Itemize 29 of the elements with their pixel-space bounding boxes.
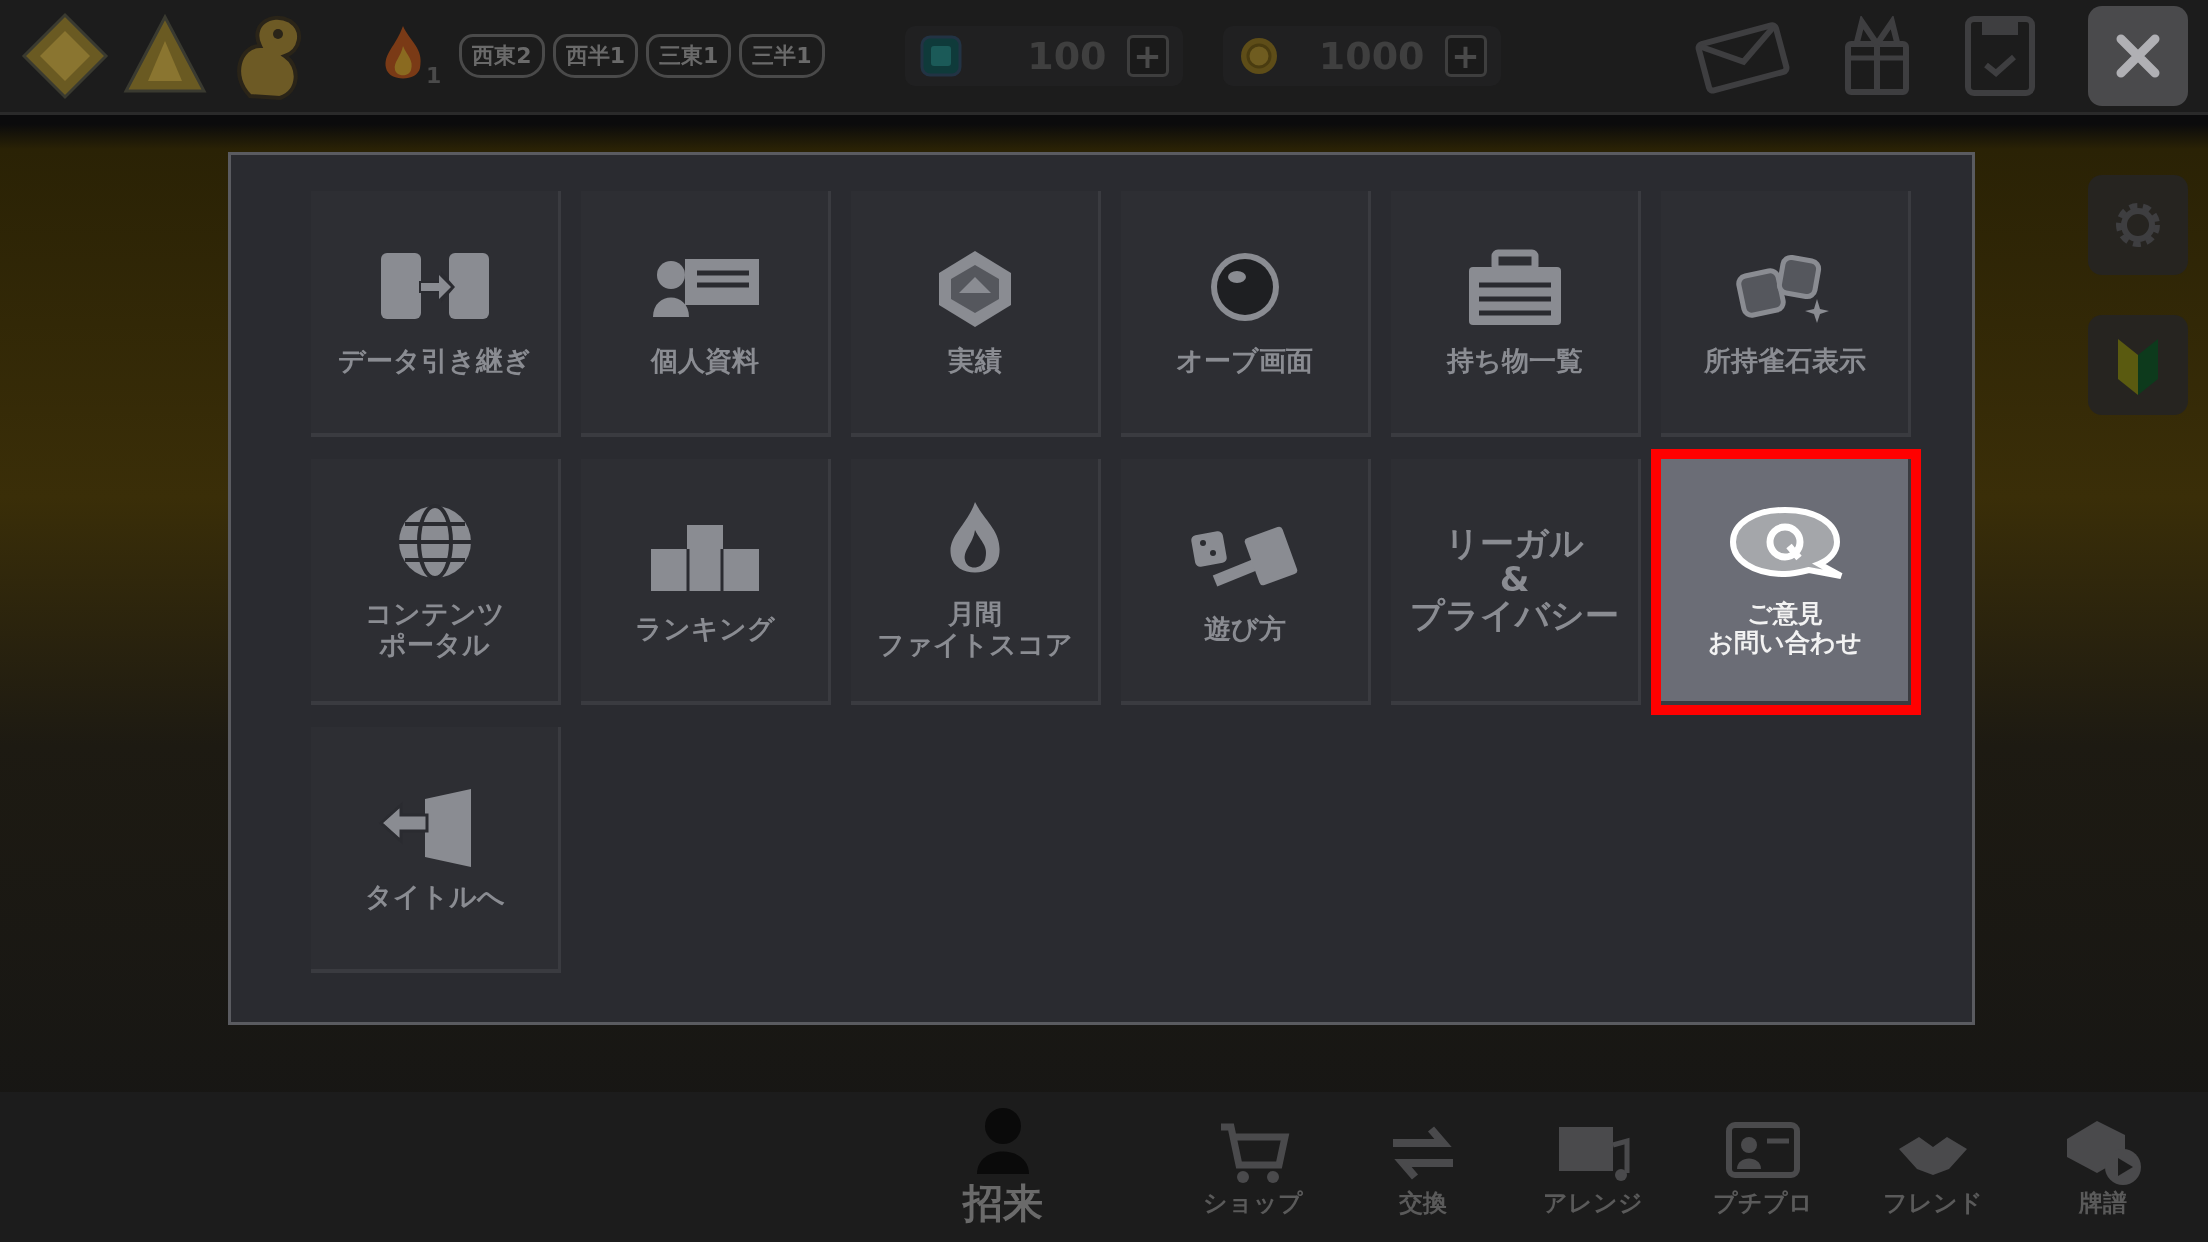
nav-button[interactable]: 交換: [1358, 1115, 1488, 1219]
menu-tile[interactable]: ランキング: [581, 459, 831, 705]
menu-tile[interactable]: 月間 ファイトスコア: [851, 459, 1101, 705]
menu-tile[interactable]: データ引き継ぎ: [311, 191, 561, 437]
close-button[interactable]: [2088, 6, 2188, 106]
menu-tile[interactable]: リーガル & プライバシー: [1391, 459, 1641, 705]
nav-button[interactable]: 招来: [938, 1103, 1068, 1231]
menu-tile[interactable]: 所持雀石表示: [1661, 191, 1911, 437]
nav-button[interactable]: ショップ: [1188, 1115, 1318, 1219]
rank-tag: 三半1: [739, 34, 825, 78]
rank-tag: 三東1: [645, 34, 732, 78]
clipboard-icon[interactable]: [1962, 13, 2038, 99]
rank-tag: 西半1: [552, 34, 638, 78]
nav-button[interactable]: アレンジ: [1528, 1115, 1658, 1219]
menu-tile[interactable]: タイトルへ: [311, 727, 561, 973]
rank-tag: 西東2: [459, 34, 545, 78]
menu-tile[interactable]: 持ち物一覧: [1391, 191, 1641, 437]
beginner-button[interactable]: [2088, 315, 2188, 415]
menu-tile[interactable]: 遊び方: [1121, 459, 1371, 705]
gift-icon[interactable]: [1842, 16, 1912, 96]
menu-tile[interactable]: オーブ画面: [1121, 191, 1371, 437]
nav-button[interactable]: プチプロ: [1698, 1115, 1828, 1219]
menu-tile[interactable]: コンテンツ ポータル: [311, 459, 561, 705]
nav-button[interactable]: 牌譜: [2038, 1115, 2168, 1219]
menu-tile[interactable]: 個人資料: [581, 191, 831, 437]
settings-button[interactable]: [2088, 175, 2188, 275]
gem-icon: [918, 34, 963, 78]
menu-tile[interactable]: 実績: [851, 191, 1101, 437]
nav-button[interactable]: フレンド: [1868, 1115, 1998, 1219]
